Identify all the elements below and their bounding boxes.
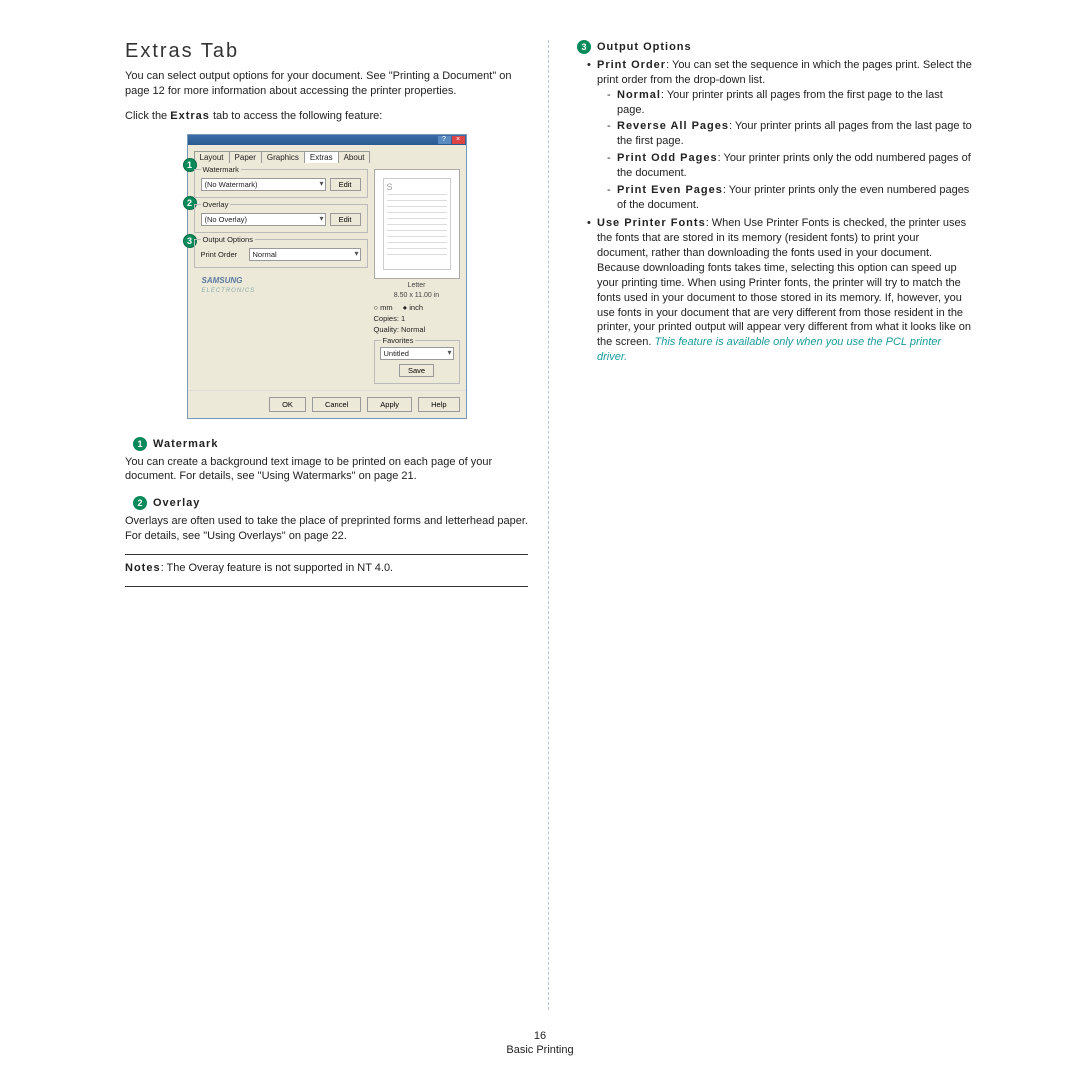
overlay-section-title: Overlay	[153, 497, 200, 509]
tab-graphics[interactable]: Graphics	[261, 151, 305, 163]
watermark-group-label: Watermark	[201, 165, 241, 174]
preview-paper-name: Letter	[374, 282, 460, 289]
tab-extras[interactable]: Extras	[304, 151, 339, 163]
unit-mm-radio[interactable]: ○ mm	[374, 303, 393, 312]
watermark-select[interactable]: (No Watermark)	[201, 178, 326, 191]
copies-info: Copies: 1	[374, 314, 460, 323]
overlay-group: Overlay (No Overlay) Edit	[194, 204, 368, 233]
overlay-section-number: 2	[133, 496, 147, 510]
apply-button[interactable]: Apply	[367, 397, 412, 412]
page-footer: 16 Basic Printing	[0, 1030, 1080, 1056]
dialog-titlebar: ? ×	[188, 135, 466, 145]
intro-paragraph-2: Click the Extras tab to access the follo…	[125, 109, 528, 124]
page-preview: S	[374, 169, 460, 279]
dialog-tabs: Layout Paper Graphics Extras About	[188, 145, 466, 163]
watermark-section-body: You can create a background text image t…	[125, 455, 528, 485]
watermark-edit-button[interactable]: Edit	[330, 178, 361, 191]
output-options-group-label: Output Options	[201, 235, 255, 244]
footer-title: Basic Printing	[0, 1044, 1080, 1056]
watermark-section-title: Watermark	[153, 438, 218, 450]
tab-paper[interactable]: Paper	[229, 151, 262, 163]
print-order-item: Print Order: You can set the sequence in…	[587, 58, 972, 212]
close-icon[interactable]: ×	[452, 136, 465, 144]
print-order-normal: Normal: Your printer prints all pages fr…	[607, 88, 972, 118]
unit-selector: ○ mm ● inch	[374, 303, 460, 312]
quality-info: Quality: Normal	[374, 325, 460, 334]
note-rule-bottom	[125, 586, 528, 587]
note-rule-top	[125, 554, 528, 555]
help-icon[interactable]: ?	[438, 136, 451, 144]
output-options-section-number: 3	[577, 40, 591, 54]
page-heading: Extras Tab	[125, 40, 528, 63]
overlay-select[interactable]: (No Overlay)	[201, 213, 326, 226]
tab-layout[interactable]: Layout	[194, 151, 230, 163]
preview-dimensions: 8.50 x 11.00 in	[374, 292, 460, 299]
print-order-reverse: Reverse All Pages: Your printer prints a…	[607, 119, 972, 149]
dialog-logo: SAMSUNG ELECTRONICS	[194, 268, 368, 302]
help-button[interactable]: Help	[418, 397, 459, 412]
cancel-button[interactable]: Cancel	[312, 397, 361, 412]
print-order-even: Print Even Pages: Your printer prints on…	[607, 183, 972, 213]
page-number: 16	[0, 1030, 1080, 1042]
watermark-group: Watermark (No Watermark) Edit	[194, 169, 368, 198]
favorites-save-button[interactable]: Save	[399, 364, 434, 377]
print-order-select[interactable]: Normal	[249, 248, 361, 261]
overlay-group-label: Overlay	[201, 200, 231, 209]
print-order-label: Print Order	[201, 250, 245, 259]
favorites-select[interactable]: Untitled	[380, 347, 454, 360]
tab-about[interactable]: About	[338, 151, 371, 163]
ok-button[interactable]: OK	[269, 397, 306, 412]
printer-properties-dialog: 1 2 3 ? × Layout Paper Graphics Extras A…	[187, 134, 467, 419]
unit-inch-radio[interactable]: ● inch	[403, 303, 423, 312]
notes-line: Notes: The Overay feature is not support…	[125, 561, 528, 576]
favorites-label: Favorites	[381, 336, 416, 345]
intro-paragraph-1: You can select output options for your d…	[125, 69, 528, 99]
overlay-edit-button[interactable]: Edit	[330, 213, 361, 226]
print-order-odd: Print Odd Pages: Your printer prints onl…	[607, 151, 972, 181]
output-options-group: Output Options Print Order Normal	[194, 239, 368, 268]
output-options-section-title: Output Options	[597, 41, 692, 53]
overlay-section-body: Overlays are often used to take the plac…	[125, 514, 528, 544]
use-printer-fonts-item: Use Printer Fonts: When Use Printer Font…	[587, 216, 972, 364]
favorites-group: Favorites Untitled Save	[374, 340, 460, 384]
watermark-section-number: 1	[133, 437, 147, 451]
